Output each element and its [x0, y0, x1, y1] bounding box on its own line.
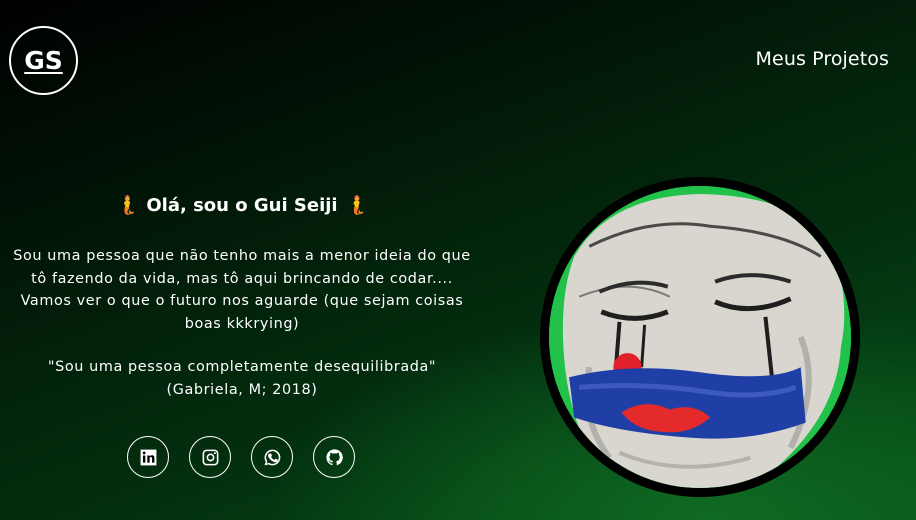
whatsapp-button[interactable] [251, 436, 293, 478]
instagram-button[interactable] [189, 436, 231, 478]
social-links [127, 436, 355, 478]
intro-title: 🧜 Olá, sou o Gui Seiji 🧜 [0, 195, 484, 216]
logo-badge[interactable]: GS [9, 26, 78, 95]
clown-face-illustration [549, 186, 851, 488]
intro-bio: Sou uma pessoa que não tenho mais a meno… [13, 248, 471, 332]
profile-portrait [540, 177, 860, 497]
merperson-emoji-icon: 🧜 [345, 195, 369, 216]
portrait-image [549, 186, 851, 488]
intro-section: 🧜 Olá, sou o Gui Seiji 🧜 Sou uma pessoa … [0, 195, 484, 401]
intro-title-text: Olá, sou o Gui Seiji [146, 195, 338, 216]
whatsapp-icon [264, 449, 280, 465]
merperson-emoji-icon: 🧜 [115, 195, 139, 216]
intro-quote: "Sou uma pessoa completamente desequilib… [47, 359, 437, 398]
github-button[interactable] [313, 436, 355, 478]
github-icon [325, 448, 343, 465]
linkedin-button[interactable] [127, 436, 169, 478]
instagram-icon [202, 449, 218, 465]
nav-link-meus-projetos[interactable]: Meus Projetos [756, 48, 889, 70]
logo-text: GS [24, 46, 63, 75]
linkedin-icon [140, 449, 156, 465]
